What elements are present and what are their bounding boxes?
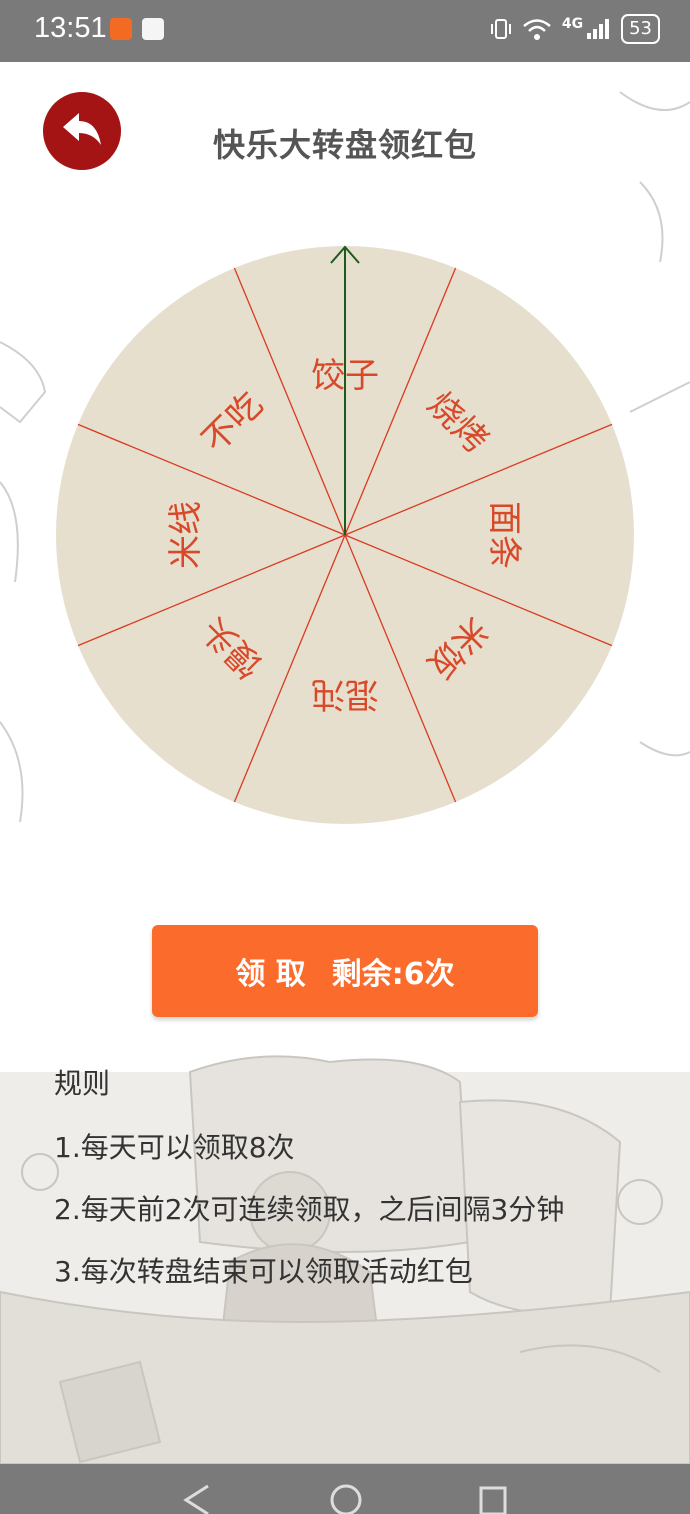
rule-item: 2.每天前2次可连续领取，之后间隔3分钟 <box>54 1193 565 1226</box>
recents-nav-icon[interactable] <box>476 1464 510 1514</box>
signal-icon <box>587 19 610 39</box>
status-time: 13:51 <box>34 12 107 44</box>
battery-indicator: 53 <box>621 14 660 44</box>
claim-button[interactable]: 领 取 剩余:6次 <box>152 925 538 1017</box>
game-app-icon <box>142 18 164 40</box>
rules-section: 规则 1.每天可以领取8次 2.每天前2次可连续领取，之后间隔3分钟 3.每次转… <box>54 1062 564 1312</box>
wifi-icon <box>523 19 551 40</box>
wheel-segment-label: 面条 <box>484 501 524 569</box>
home-nav-icon[interactable] <box>326 1464 366 1514</box>
page-title: 快乐大转盘领红包 <box>212 126 477 164</box>
prize-wheel[interactable]: 饺子烧烤面条米饭混沌馒头米线不吃 <box>55 245 635 825</box>
system-nav-bar <box>0 1464 690 1514</box>
lottery-page: 快乐大转盘领红包 饺子 烧烤 面条 米饭 混沌 馒头 米线 不吃 领 取 剩余:6次 规则 1… <box>0 62 690 1464</box>
status-bar: 13:51 4G 53 <box>0 0 690 62</box>
network-type: 4G <box>561 16 584 32</box>
rules-heading: 规则 <box>54 1067 111 1100</box>
wheel-segment-label: 混沌 <box>311 674 379 714</box>
rule-item: 3.每次转盘结束可以领取活动红包 <box>54 1255 473 1288</box>
kuaishou-app-icon <box>110 18 132 40</box>
vibrate-icon <box>490 19 511 39</box>
back-nav-icon[interactable] <box>180 1464 214 1514</box>
claim-button-label: 领 取 <box>235 957 306 992</box>
remaining-count: 剩余:6次 <box>331 957 455 992</box>
rule-item: 1.每天可以领取8次 <box>54 1131 295 1164</box>
wheel-segment-label: 米线 <box>166 501 206 569</box>
